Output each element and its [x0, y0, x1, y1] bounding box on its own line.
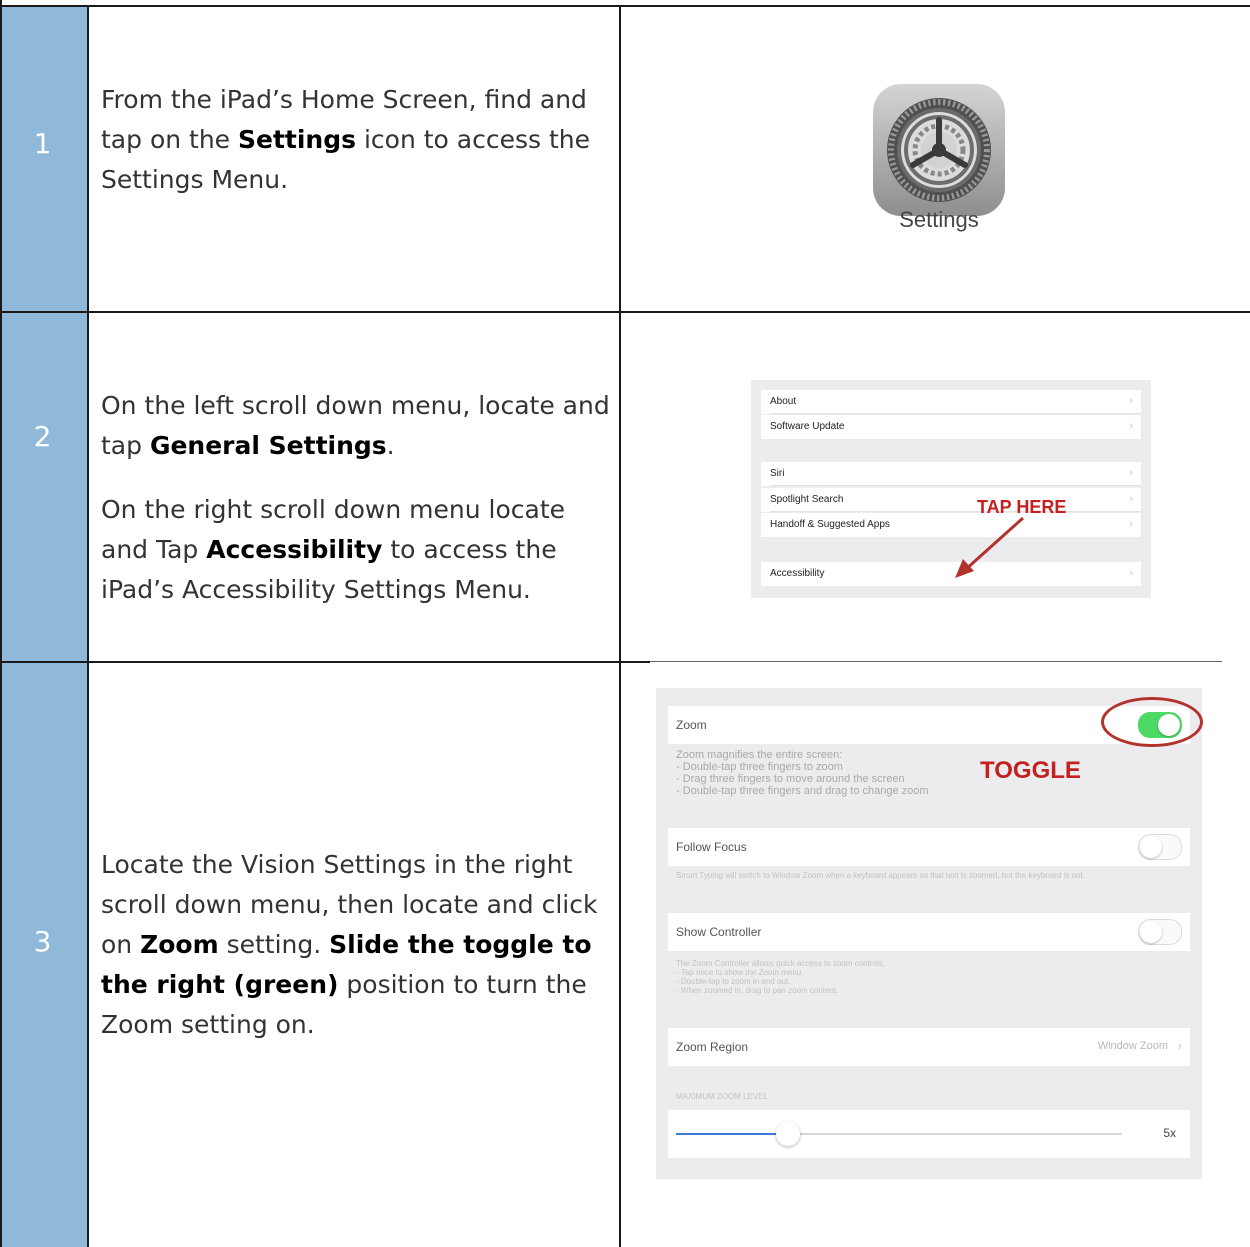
- chevron-right-icon: ›: [1129, 493, 1133, 505]
- follow-focus-toggle[interactable]: [1138, 834, 1182, 860]
- step-number: 3: [33, 925, 52, 958]
- toggle-knob: [1140, 921, 1162, 943]
- description-line: - Double-tap three fingers to zoom: [676, 761, 843, 773]
- instruction-text: .: [386, 431, 395, 460]
- step-instructions: Locate the Vision Settings in the right …: [101, 845, 611, 1045]
- toggle-knob: [1140, 836, 1162, 858]
- instruction-keyword: Zoom: [140, 930, 219, 959]
- instruction-keyword: Settings: [238, 125, 357, 154]
- step-number: 1: [33, 127, 52, 160]
- number-column-2: [2, 313, 87, 661]
- table-border-number-column: [87, 5, 89, 1247]
- table-border-middle: [619, 5, 621, 1247]
- instruction-text: setting.: [218, 930, 330, 959]
- table-row-divider-2-right: [650, 661, 1222, 662]
- description-line: - Double-tap three fingers and drag to c…: [676, 785, 929, 797]
- table-border-left: [0, 0, 2, 1247]
- row-separator: [770, 485, 1141, 486]
- instruction-paragraph: On the left scroll down menu, locate and…: [101, 386, 611, 466]
- settings-row-about[interactable]: About ›: [761, 390, 1141, 414]
- chevron-right-icon: ›: [1129, 420, 1133, 432]
- description-line: The Zoom Controller allows quick access …: [676, 959, 885, 968]
- row-label: Handoff & Suggested Apps: [770, 519, 890, 530]
- arrow-icon: [955, 516, 1025, 578]
- row-label: Accessibility: [770, 568, 825, 579]
- step-instructions: From the iPad’s Home Screen, find and ta…: [101, 80, 611, 200]
- description-line: - When zoomed in, drag to pan zoom conte…: [676, 986, 839, 995]
- table-row-divider-2: [0, 661, 650, 663]
- follow-focus-row[interactable]: Follow Focus: [668, 828, 1190, 866]
- description-line: - Double-tap to zoom in and out.: [676, 977, 791, 986]
- instruction-paragraph: From the iPad’s Home Screen, find and ta…: [101, 80, 611, 200]
- row-label: Siri: [770, 468, 785, 479]
- row-label: Show Controller: [676, 925, 762, 939]
- row-separator: [770, 413, 1141, 414]
- settings-gear-icon: [887, 98, 991, 202]
- chevron-right-icon: ›: [1129, 395, 1133, 407]
- show-controller-description: The Zoom Controller allows quick access …: [676, 959, 885, 995]
- show-controller-toggle[interactable]: [1138, 919, 1182, 945]
- row-label: Spotlight Search: [770, 494, 844, 505]
- zoom-settings-screenshot: Zoom Zoom magnifies the entire screen: -…: [656, 688, 1202, 1179]
- slider-thumb[interactable]: [775, 1122, 800, 1146]
- settings-app-label: Settings: [899, 207, 979, 232]
- row-label: Software Update: [770, 421, 845, 432]
- max-zoom-row: 5x: [668, 1110, 1190, 1158]
- slider-track: [676, 1133, 1122, 1135]
- row-label: About: [770, 396, 797, 407]
- instruction-paragraph: Locate the Vision Settings in the right …: [101, 845, 611, 1045]
- settings-row-software-update[interactable]: Software Update ›: [761, 415, 1141, 439]
- description-line: Zoom magnifies the entire screen:: [676, 749, 843, 761]
- show-controller-row[interactable]: Show Controller: [668, 913, 1190, 951]
- zoom-description: Zoom magnifies the entire screen: - Doub…: [676, 749, 929, 797]
- max-zoom-value: 5x: [1163, 1126, 1176, 1140]
- description-line: - Tap once to show the Zoom menu.: [676, 968, 804, 977]
- row-label: Zoom Region: [676, 1040, 749, 1054]
- step-number: 2: [33, 420, 52, 453]
- table-row-divider-top: [0, 5, 1250, 7]
- row-label: Follow Focus: [676, 840, 747, 854]
- table-row-divider-1: [0, 311, 1250, 313]
- description-line: - Drag three fingers to move around the …: [676, 773, 905, 785]
- zoom-region-row[interactable]: Zoom Region Window Zoom ›: [668, 1028, 1190, 1066]
- instruction-keyword: General Settings: [149, 431, 387, 460]
- chevron-right-icon: ›: [1129, 467, 1133, 479]
- chevron-right-icon: ›: [1129, 518, 1133, 530]
- toggle-callout: TOGGLE: [980, 757, 1081, 784]
- zoom-region-value: Window Zoom: [1097, 1040, 1168, 1052]
- settings-row-spotlight-search[interactable]: Spotlight Search ›: [761, 488, 1141, 512]
- chevron-right-icon: ›: [1177, 1038, 1182, 1053]
- toggle-highlight-ring: [1101, 697, 1203, 747]
- row-label: Zoom: [676, 718, 707, 732]
- max-zoom-header: MAXIMUM ZOOM LEVEL: [676, 1092, 769, 1101]
- instruction-paragraph: On the right scroll down menu locate and…: [101, 490, 611, 610]
- step-instructions: On the left scroll down menu, locate and…: [101, 386, 611, 610]
- follow-focus-description: Smart Typing will switch to Window Zoom …: [676, 871, 1085, 880]
- instruction-keyword: Accessibility: [206, 535, 383, 564]
- settings-row-siri[interactable]: Siri ›: [761, 462, 1141, 486]
- slider-fill: [676, 1133, 788, 1135]
- chevron-right-icon: ›: [1129, 567, 1133, 579]
- settings-app-icon: [873, 84, 1005, 216]
